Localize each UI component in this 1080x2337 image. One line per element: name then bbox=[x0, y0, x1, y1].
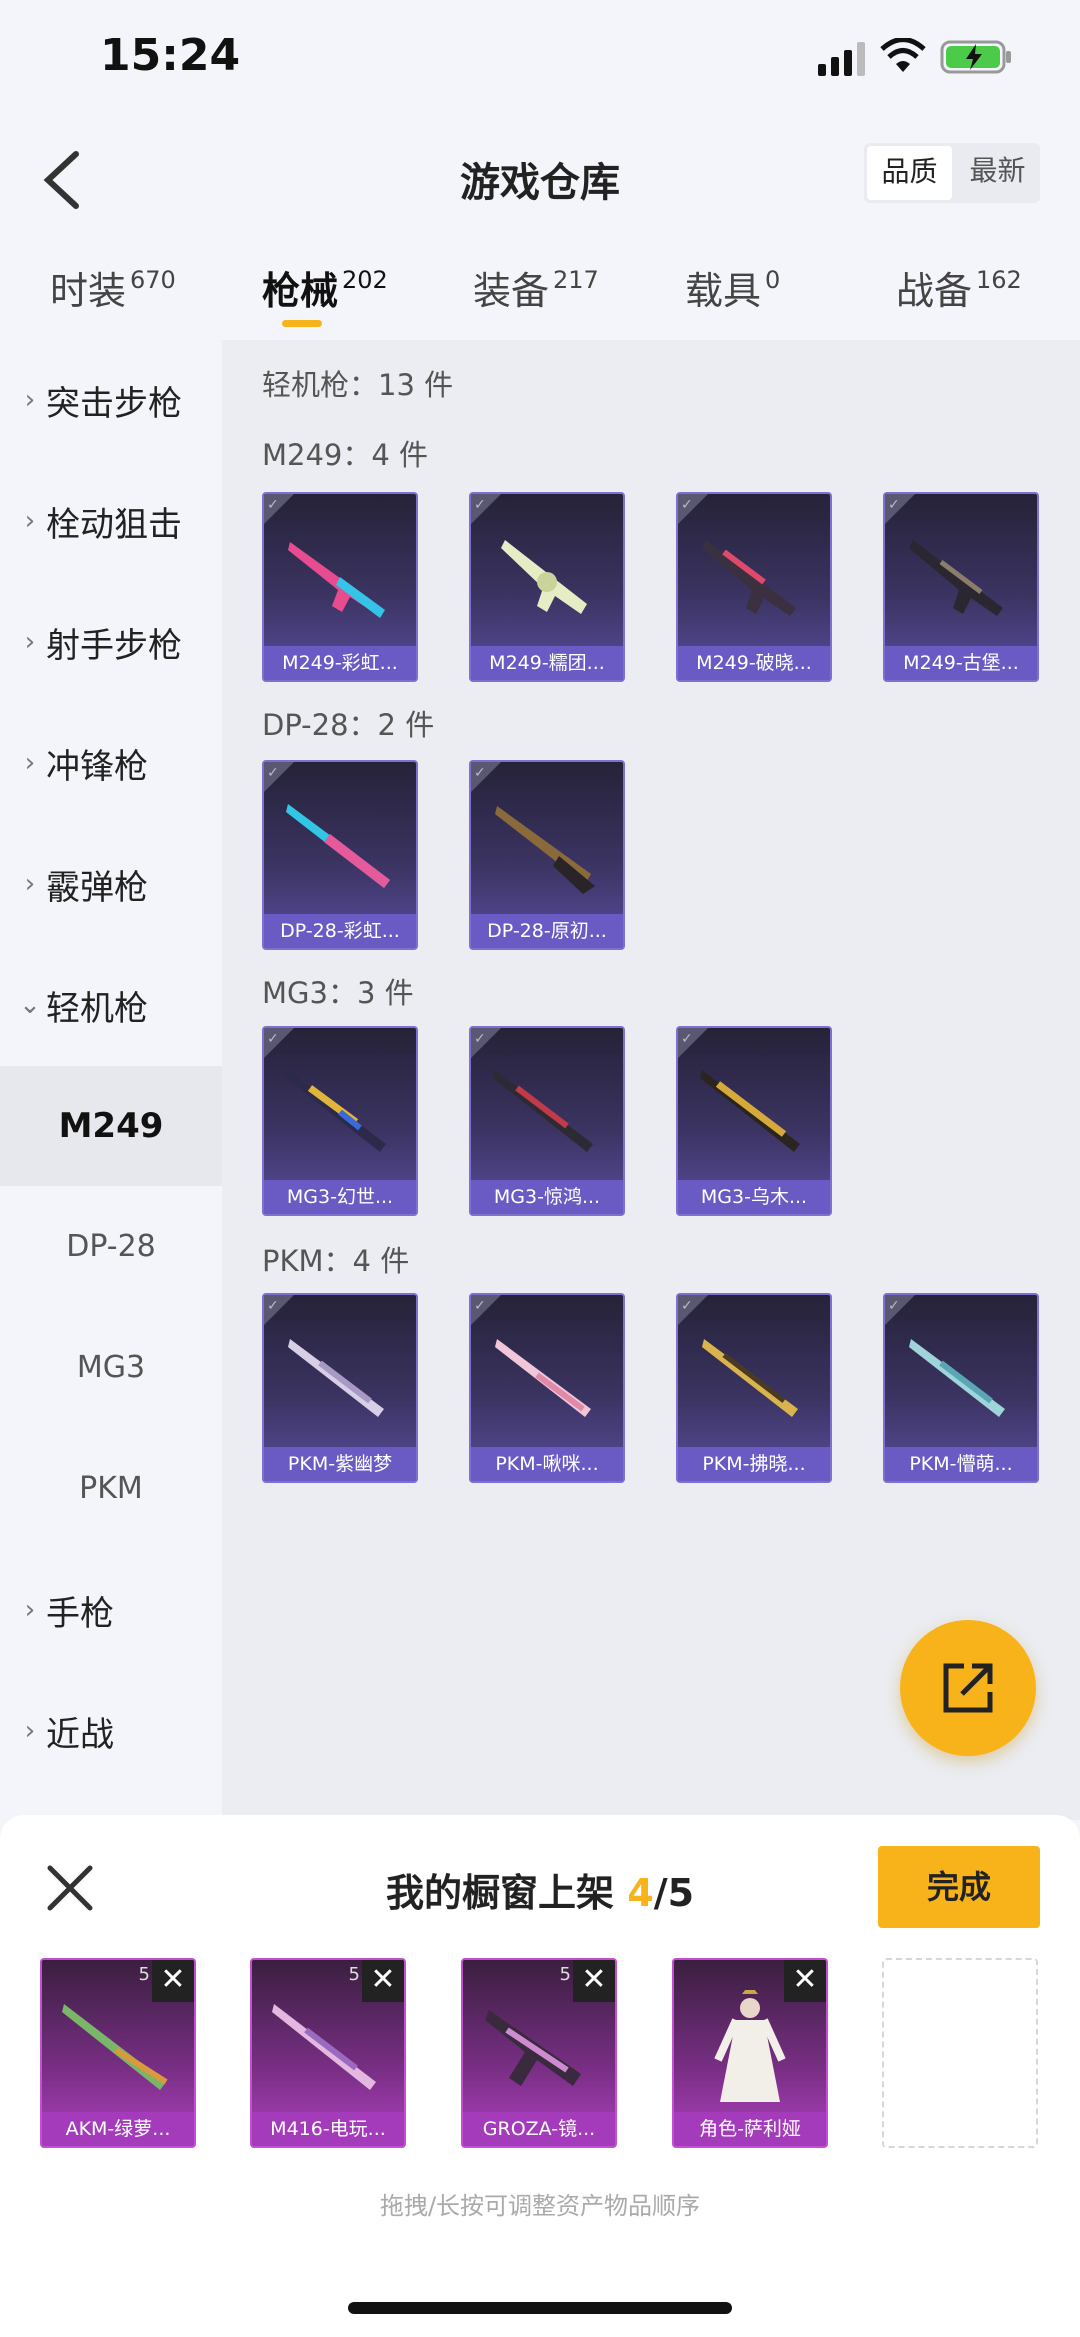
chevron-right-icon: › bbox=[24, 506, 36, 536]
item-card[interactable]: ✓ MG3-惊鸿... bbox=[469, 1026, 625, 1216]
tab-vehicles[interactable]: 载具 0 bbox=[685, 260, 780, 315]
check-icon: ✓ bbox=[681, 1298, 693, 1314]
chevron-right-icon: › bbox=[24, 748, 36, 778]
check-icon: ✓ bbox=[681, 497, 693, 513]
signal-icon bbox=[818, 42, 865, 76]
group-title-mg3: MG3：3 件 bbox=[262, 976, 414, 1010]
item-card[interactable]: ✓ MG3-乌木... bbox=[676, 1026, 832, 1216]
gun-icon bbox=[272, 2004, 376, 2090]
gun-icon bbox=[700, 1070, 800, 1152]
done-button[interactable]: 完成 bbox=[878, 1846, 1040, 1928]
item-card[interactable]: ✓ DP-28-原初... bbox=[469, 760, 625, 950]
showcase-item[interactable]: 5 ✕ M416-电玩... bbox=[250, 1958, 406, 2148]
gun-icon bbox=[286, 1070, 386, 1152]
sidebar-item-pistol[interactable]: › 手枪 bbox=[0, 1550, 222, 1670]
check-icon: ✓ bbox=[474, 1031, 486, 1047]
sidebar-item-bolt-sniper[interactable]: › 栓动狙击 bbox=[0, 461, 222, 581]
sidebar-sub-dp28[interactable]: DP-28 bbox=[0, 1187, 222, 1307]
share-button[interactable] bbox=[900, 1620, 1036, 1756]
item-card[interactable]: ✓ DP-28-彩虹... bbox=[262, 760, 418, 950]
tab-supplies[interactable]: 战备 162 bbox=[896, 260, 1022, 315]
reorder-hint: 拖拽/长按可调整资产物品顺序 bbox=[379, 2192, 701, 2220]
sidebar-item-melee[interactable]: › 近战 bbox=[0, 1671, 222, 1791]
tab-firearms[interactable]: 枪械 202 bbox=[262, 260, 388, 315]
check-icon: ✓ bbox=[474, 497, 486, 513]
gun-icon bbox=[286, 804, 390, 888]
gun-icon bbox=[495, 1339, 591, 1417]
check-icon: ✓ bbox=[888, 1298, 900, 1314]
gun-icon bbox=[495, 806, 595, 894]
check-icon: ✓ bbox=[474, 765, 486, 781]
check-icon: ✓ bbox=[267, 765, 279, 781]
gun-icon bbox=[485, 2010, 581, 2086]
gun-icon bbox=[288, 542, 385, 618]
status-time: 15:24 bbox=[100, 30, 241, 81]
gun-icon bbox=[501, 540, 587, 614]
lmg-summary: 轻机枪：13 件 bbox=[262, 368, 454, 402]
item-card[interactable]: ✓ PKM-拂晓... bbox=[676, 1293, 832, 1483]
category-tabs: 时装 670 枪械 202 装备 217 载具 0 战备 162 bbox=[0, 250, 1080, 340]
tab-equipment[interactable]: 装备 217 bbox=[473, 260, 599, 315]
item-card[interactable]: ✓ M249-破晓... bbox=[676, 492, 832, 682]
check-icon: ✓ bbox=[681, 1031, 693, 1047]
gun-icon bbox=[909, 540, 1003, 616]
chevron-right-icon: › bbox=[24, 385, 36, 415]
sort-quality-button[interactable]: 品质 bbox=[867, 146, 952, 200]
sidebar-item-lmg[interactable]: ⌄ 轻机枪 bbox=[0, 945, 222, 1065]
gun-icon bbox=[702, 1339, 798, 1417]
group-title-dp28: DP-28：2 件 bbox=[262, 708, 435, 742]
share-icon bbox=[943, 1663, 993, 1713]
gun-icon bbox=[62, 2004, 168, 2090]
sort-newest-button[interactable]: 最新 bbox=[955, 143, 1040, 203]
item-card[interactable]: ✓ PKM-啾咪... bbox=[469, 1293, 625, 1483]
sidebar-item-shotgun[interactable]: › 霰弹枪 bbox=[0, 824, 222, 944]
sort-toggle[interactable]: 品质 最新 bbox=[864, 143, 1040, 203]
empty-showcase-slot[interactable] bbox=[882, 1958, 1038, 2148]
status-bar: 15:24 bbox=[0, 0, 1080, 120]
gun-icon bbox=[702, 540, 796, 616]
showcase-item[interactable]: 5 ✕ AKM-绿萝... bbox=[40, 1958, 196, 2148]
tab-active-indicator bbox=[282, 320, 322, 327]
group-title-m249: M249：4 件 bbox=[262, 438, 429, 472]
sidebar-sub-pkm[interactable]: PKM bbox=[0, 1429, 222, 1549]
chevron-right-icon: › bbox=[24, 627, 36, 657]
gun-icon bbox=[288, 1339, 384, 1417]
battery-icon bbox=[940, 40, 1011, 74]
group-title-pkm: PKM：4 件 bbox=[262, 1244, 410, 1278]
chevron-down-icon: ⌄ bbox=[19, 990, 41, 1020]
gun-icon bbox=[909, 1339, 1005, 1417]
showcase-item[interactable]: 5 ✕ GROZA-镜... bbox=[461, 1958, 617, 2148]
item-card[interactable]: ✓ PKM-紫幽梦 bbox=[262, 1293, 418, 1483]
wifi-icon bbox=[880, 38, 926, 72]
item-card[interactable]: ✓ M249-彩虹... bbox=[262, 492, 418, 682]
chevron-right-icon: › bbox=[24, 1716, 36, 1746]
check-icon: ✓ bbox=[888, 497, 900, 513]
gun-icon bbox=[493, 1070, 593, 1152]
sidebar-sub-mg3[interactable]: MG3 bbox=[0, 1308, 222, 1428]
check-icon: ✓ bbox=[267, 1031, 279, 1047]
check-icon: ✓ bbox=[474, 1298, 486, 1314]
showcase-item[interactable]: ✕ 角色-萨利娅 bbox=[672, 1958, 828, 2148]
character-icon bbox=[714, 1990, 786, 2102]
item-card[interactable]: ✓ PKM-懵萌... bbox=[883, 1293, 1039, 1483]
home-indicator bbox=[348, 2302, 732, 2314]
item-card[interactable]: ✓ M249-古堡... bbox=[883, 492, 1039, 682]
sidebar-item-assault-rifle[interactable]: › 突击步枪 bbox=[0, 340, 222, 460]
sidebar-sub-m249[interactable]: M249 bbox=[0, 1066, 222, 1186]
tab-fashion[interactable]: 时装 670 bbox=[50, 260, 176, 315]
check-icon: ✓ bbox=[267, 1298, 279, 1314]
sidebar-item-dmr[interactable]: › 射手步枪 bbox=[0, 582, 222, 702]
item-card[interactable]: ✓ MG3-幻世... bbox=[262, 1026, 418, 1216]
chevron-right-icon: › bbox=[24, 1595, 36, 1625]
check-icon: ✓ bbox=[267, 497, 279, 513]
item-card[interactable]: ✓ M249-糯团... bbox=[469, 492, 625, 682]
sidebar-item-smg[interactable]: › 冲锋枪 bbox=[0, 703, 222, 823]
chevron-right-icon: › bbox=[24, 869, 36, 899]
